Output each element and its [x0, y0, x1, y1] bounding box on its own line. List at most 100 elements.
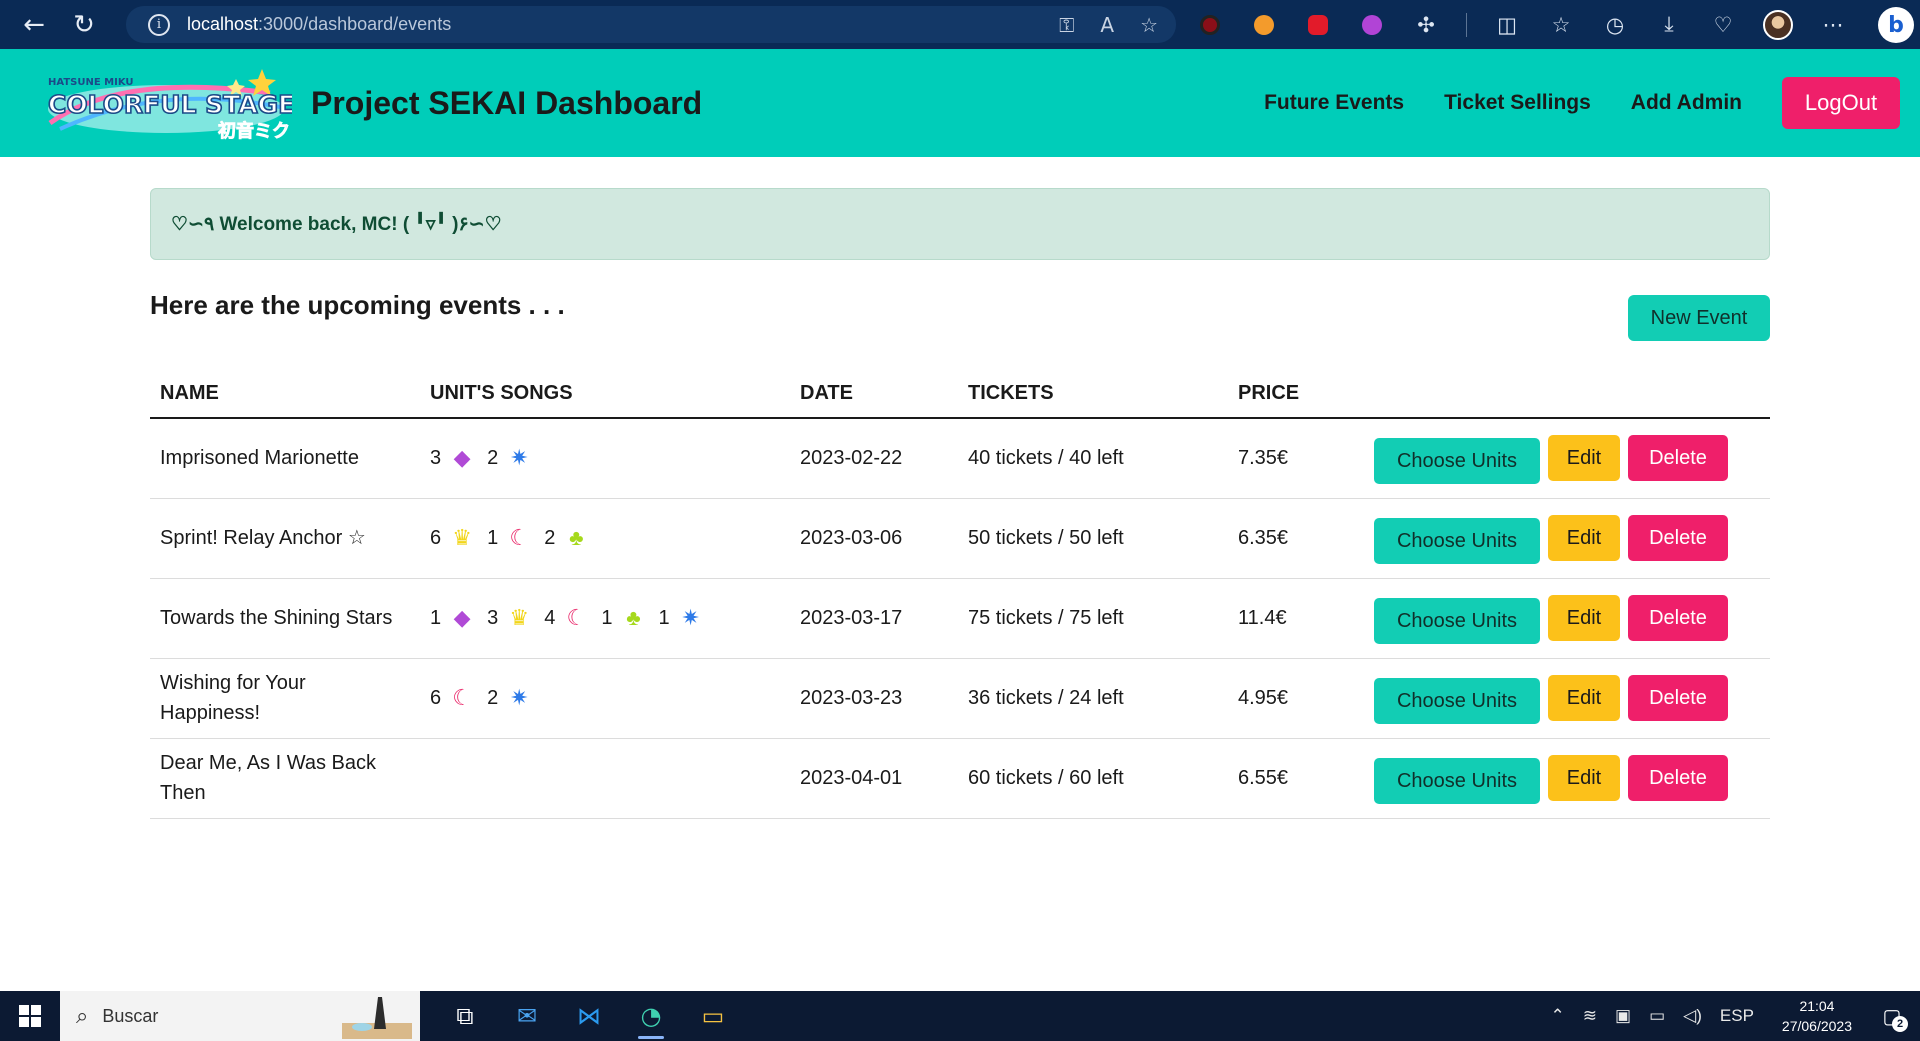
delete-button[interactable]: Delete — [1628, 675, 1728, 721]
welcome-alert: ♡∽٩ Welcome back, MC! ( ╹▿╹ )۶∽♡ — [150, 188, 1770, 260]
yellow-crown-icon: ♛ — [509, 605, 530, 630]
event-unit-songs: 3 ◆ 2 ✷ — [420, 418, 790, 499]
nav-future-events[interactable]: Future Events — [1264, 91, 1404, 115]
event-name: Towards the Shining Stars — [150, 578, 420, 659]
app-title: Project SEKAI Dashboard — [311, 84, 703, 121]
nav-add-admin[interactable]: Add Admin — [1631, 91, 1742, 115]
event-actions: Choose Units Edit Delete — [1364, 418, 1770, 499]
svg-text:初音ミク: 初音ミク — [218, 120, 290, 142]
edge-browser-icon[interactable]: ◔ — [620, 991, 682, 1041]
column-header-name: NAME — [150, 370, 420, 419]
table-row: Sprint! Relay Anchor ☆ 6 ♛ 1 ☾ 2 ♣ 2023-03-06 50… — [150, 498, 1770, 579]
unit-songs-list: 1 ◆ 3 ♛ 4 ☾ 1 ♣ 1 ✷ — [430, 603, 790, 633]
history-icon[interactable]: ◷ — [1601, 11, 1629, 39]
event-price: 6.35€ — [1228, 498, 1364, 579]
edit-button[interactable]: Edit — [1548, 675, 1620, 721]
key-icon[interactable]: ⚿ — [1059, 13, 1074, 37]
taskbar-search[interactable]: ⌕ Buscar — [60, 991, 420, 1041]
purple-diamond-icon: ◆ — [453, 605, 471, 630]
vscode-icon[interactable]: ⋈ — [558, 991, 620, 1041]
wifi-icon[interactable]: ≋ — [1583, 1006, 1597, 1026]
unit-song-count: 6 — [430, 687, 442, 709]
colorful-stage-logo[interactable]: HATSUNE MIKU COLORFUL STAGE! 初音ミク — [40, 63, 292, 145]
extension-red-dark-icon[interactable] — [1196, 11, 1224, 39]
choose-units-button[interactable]: Choose Units — [1374, 518, 1540, 564]
event-name: Wishing for Your Happiness! — [150, 658, 420, 739]
green-clover-icon: ♣ — [626, 605, 641, 630]
table-row: Wishing for Your Happiness! 6 ☾ 2 ✷ 2023-03-2… — [150, 658, 1770, 739]
split-screen-icon[interactable]: ◫ — [1493, 11, 1521, 39]
pink-moon-icon: ☾ — [452, 685, 472, 710]
edit-button[interactable]: Edit — [1548, 595, 1620, 641]
favorite-star-icon[interactable]: ☆ — [1140, 13, 1158, 37]
address-bar[interactable]: i localhost:3000/dashboard/events ⚿ A ☆ — [126, 6, 1176, 43]
file-explorer-icon[interactable]: ▭ — [682, 991, 744, 1041]
table-row: Towards the Shining Stars 1 ◆ 3 ♛ 4 ☾ 1 ♣ 1 ✷ 2023-… — [150, 578, 1770, 659]
notification-center-icon[interactable]: ▢ 2 — [1872, 996, 1912, 1036]
extensions-puzzle-icon[interactable]: ✣ — [1412, 11, 1440, 39]
column-header-actions — [1364, 370, 1770, 419]
bing-chat-icon[interactable]: b — [1878, 7, 1914, 43]
toolbar-separator — [1466, 12, 1467, 37]
event-date: 2023-04-01 — [790, 738, 958, 819]
unit-song-count: 1 — [658, 607, 670, 629]
unit-song-count: 3 — [430, 447, 442, 470]
event-tickets: 50 tickets / 50 left — [958, 498, 1228, 579]
downloads-icon[interactable]: ⤓ — [1655, 11, 1683, 39]
extension-purple-icon[interactable] — [1358, 11, 1386, 39]
logout-button[interactable]: LogOut — [1782, 77, 1900, 129]
event-actions: Choose Units Edit Delete — [1364, 738, 1770, 819]
app-header: HATSUNE MIKU COLORFUL STAGE! 初音ミク Projec… — [0, 49, 1920, 157]
windows-start-icon[interactable] — [0, 991, 60, 1041]
event-price: 6.55€ — [1228, 738, 1364, 819]
edit-button[interactable]: Edit — [1548, 755, 1620, 801]
volume-icon[interactable]: ◁) — [1683, 1006, 1702, 1026]
delete-button[interactable]: Delete — [1628, 755, 1728, 801]
delete-button[interactable]: Delete — [1628, 595, 1728, 641]
read-aloud-icon[interactable]: A — [1100, 13, 1114, 37]
language-indicator[interactable]: ESP — [1720, 1006, 1754, 1026]
choose-units-button[interactable]: Choose Units — [1374, 758, 1540, 804]
edit-button[interactable]: Edit — [1548, 515, 1620, 561]
event-price: 11.4€ — [1228, 578, 1364, 659]
choose-units-button[interactable]: Choose Units — [1374, 678, 1540, 724]
mail-icon[interactable]: ✉ — [496, 991, 558, 1041]
chevron-up-icon[interactable]: ⌃ — [1551, 1006, 1565, 1026]
unit-song-count: 2 — [487, 447, 499, 470]
column-header-tickets: TICKETS — [958, 370, 1228, 419]
site-info-icon[interactable]: i — [148, 13, 170, 36]
delete-button[interactable]: Delete — [1628, 435, 1728, 482]
unit-songs-list: 6 ☾ 2 ✷ — [430, 683, 790, 713]
battery-icon[interactable]: ▭ — [1649, 1006, 1665, 1026]
new-event-button[interactable]: New Event — [1628, 295, 1770, 341]
event-actions: Choose Units Edit Delete — [1364, 498, 1770, 579]
more-options-icon[interactable]: ⋯ — [1819, 11, 1847, 39]
meet-now-icon[interactable]: ▣ — [1615, 1006, 1631, 1026]
back-arrow-icon[interactable]: ← — [14, 5, 54, 45]
event-name: Imprisoned Marionette — [150, 418, 420, 499]
event-tickets: 40 tickets / 40 left — [958, 418, 1228, 499]
url-text: localhost:3000/dashboard/events — [187, 14, 451, 35]
nav-ticket-sellings[interactable]: Ticket Sellings — [1444, 91, 1591, 115]
event-tickets: 75 tickets / 75 left — [958, 578, 1228, 659]
profile-avatar[interactable] — [1763, 9, 1793, 40]
unit-song-count: 3 — [487, 607, 499, 629]
delete-button[interactable]: Delete — [1628, 515, 1728, 561]
task-view-icon[interactable]: ⧉ — [434, 991, 496, 1041]
clock[interactable]: 21:04 27/06/2023 — [1782, 996, 1852, 1036]
welcome-message: ♡∽٩ Welcome back, MC! ( ╹▿╹ )۶∽♡ — [171, 213, 502, 235]
event-date: 2023-03-17 — [790, 578, 958, 659]
copilot-heart-icon[interactable]: ♡ — [1709, 11, 1737, 39]
column-header-songs: UNIT'S SONGS — [420, 370, 790, 419]
extension-orange-icon[interactable] — [1250, 11, 1278, 39]
clock-date: 27/06/2023 — [1781, 1018, 1852, 1034]
choose-units-button[interactable]: Choose Units — [1374, 438, 1540, 485]
refresh-icon[interactable]: ↻ — [64, 5, 104, 45]
green-clover-icon: ♣ — [569, 525, 584, 550]
edit-button[interactable]: Edit — [1548, 435, 1620, 482]
choose-units-button[interactable]: Choose Units — [1374, 598, 1540, 644]
event-name: Dear Me, As I Was Back Then — [150, 738, 420, 819]
column-header-date: DATE — [790, 370, 958, 419]
favorites-icon[interactable]: ☆ — [1547, 11, 1575, 39]
extension-red-shield-icon[interactable] — [1304, 11, 1332, 39]
